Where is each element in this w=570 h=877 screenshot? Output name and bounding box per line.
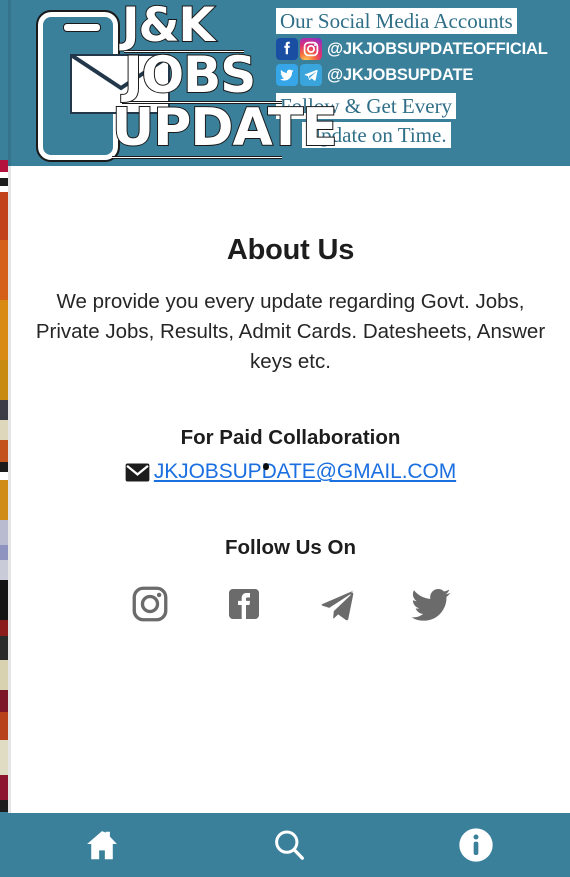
twitter-link-icon[interactable] bbox=[410, 582, 454, 626]
telegram-link-icon[interactable] bbox=[316, 582, 360, 626]
handle-official[interactable]: @JKJOBSUPDATEOFFICIAL bbox=[327, 40, 548, 59]
bottom-navigation-bar bbox=[8, 813, 570, 877]
social-account-row-main[interactable]: @JKJOBSUPDATE bbox=[276, 64, 566, 87]
page-title: About Us bbox=[226, 234, 355, 266]
logo-line-2: JOBS bbox=[123, 46, 257, 104]
nav-search-button[interactable] bbox=[195, 813, 382, 877]
social-links-row bbox=[11, 582, 570, 626]
nav-info-button[interactable] bbox=[383, 813, 570, 877]
nav-home-button[interactable] bbox=[8, 813, 195, 877]
paid-collaboration-heading: For Paid Collaboration bbox=[180, 426, 401, 450]
social-accounts-heading: Our Social Media Accounts bbox=[276, 8, 517, 35]
mail-icon bbox=[125, 463, 150, 482]
social-account-row-official[interactable]: @JKJOBSUPDATEOFFICIAL bbox=[276, 38, 566, 61]
site-logo[interactable]: J&K JOBS UPDATE bbox=[20, 1, 339, 164]
email-link[interactable]: JKJOBSUPDATE@GMAIL.COM bbox=[154, 460, 456, 484]
logo-line-1: J&K bbox=[121, 0, 216, 53]
instagram-link-icon[interactable] bbox=[128, 582, 172, 626]
main-content: About Us We provide you every update reg… bbox=[11, 166, 570, 813]
background-page-sliver-shadow bbox=[8, 0, 11, 877]
email-contact-row[interactable]: JKJOBSUPDATE@GMAIL.COM bbox=[11, 460, 570, 484]
follow-us-heading: Follow Us On bbox=[225, 536, 356, 560]
about-description: We provide you every update regarding Go… bbox=[35, 290, 546, 374]
facebook-link-icon[interactable] bbox=[222, 582, 266, 626]
instagram-icon[interactable] bbox=[300, 38, 322, 61]
telegram-icon[interactable] bbox=[300, 64, 322, 87]
background-page-sliver bbox=[0, 0, 8, 877]
logo-wordmark: J&K JOBS UPDATE bbox=[111, 0, 339, 159]
handle-main[interactable]: @JKJOBSUPDATE bbox=[327, 66, 473, 85]
app-root: J&K JOBS UPDATE Our Social Media Account… bbox=[0, 0, 570, 877]
site-header-banner: J&K JOBS UPDATE Our Social Media Account… bbox=[8, 0, 570, 166]
logo-line-3: UPDATE bbox=[111, 98, 339, 158]
